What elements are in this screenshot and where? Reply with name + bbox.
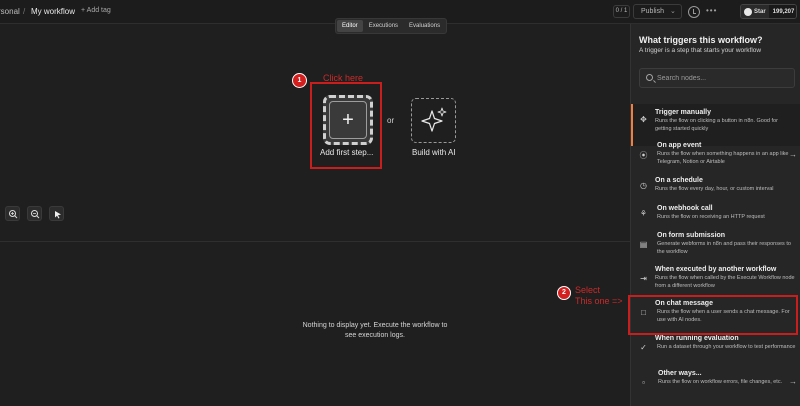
version-counter: 0 / 1 [613, 5, 630, 18]
github-star: Star [741, 5, 769, 18]
panel-subtitle: A trigger is a step that starts your wor… [639, 47, 762, 54]
github-icon [744, 7, 752, 16]
trigger-item-form-submission[interactable]: ▤ On form submission Generate webforms i… [631, 230, 800, 262]
cursor-icon [55, 211, 61, 219]
form-icon: ▤ [639, 240, 648, 249]
trigger-item-description: Runs the flow on workflow errors, file c… [658, 379, 783, 385]
build-with-ai-button[interactable] [411, 98, 456, 143]
check-double-icon: ✓ [640, 343, 647, 352]
trigger-item-description: Runs the flow on clicking a button in n8… [655, 118, 778, 132]
add-first-step-button[interactable]: + [323, 95, 373, 145]
annotation-step-2-badge: 2 [557, 286, 571, 300]
trigger-item-description: Runs the flow on receiving an HTTP reque… [657, 214, 765, 220]
empty-logs-message: Nothing to display yet. Execute the work… [302, 322, 448, 339]
trigger-item-title: When executed by another workflow [655, 266, 777, 273]
add-tag-button[interactable]: + Add tag [81, 7, 111, 14]
trigger-item-title: On app event [657, 142, 702, 149]
search-icon [646, 74, 653, 81]
build-with-ai-label[interactable]: Build with AI [412, 148, 456, 157]
trigger-panel: What triggers this workflow? A trigger i… [630, 24, 800, 406]
trigger-item-description: Run a dataset through your workflow to t… [657, 344, 796, 350]
pointer-tool-button[interactable] [49, 206, 64, 221]
webhook-icon: ⚘ [639, 209, 648, 218]
github-star-label: Star [754, 8, 766, 15]
trigger-item-description: Runs the flow every day, hour, or custom… [655, 186, 774, 192]
history-icon[interactable] [688, 6, 700, 18]
zoom-out-button[interactable] [27, 206, 42, 221]
annotation-select-line-2: This one => [575, 295, 623, 306]
search-input[interactable] [657, 72, 792, 85]
more-options-icon[interactable]: ••• [706, 6, 717, 15]
clock-icon: ◷ [640, 181, 647, 190]
trigger-item-webhook[interactable]: ⚘ On webhook call Runs the flow on recei… [631, 202, 800, 226]
sign-in-icon: ⇥ [640, 274, 647, 283]
arrow-right-icon: → [789, 150, 797, 159]
trigger-item-title: On a schedule [655, 177, 703, 184]
annotation-highlight-box [628, 295, 798, 335]
logs-divider[interactable] [0, 241, 630, 242]
trigger-item-executed-by-workflow[interactable]: ⇥ When executed by another workflow Runs… [631, 264, 800, 296]
zoom-out-icon [31, 210, 40, 219]
trigger-item-title: Other ways... [658, 370, 702, 377]
breadcrumb-separator: / [23, 7, 26, 16]
cursor-click-icon: ✥ [640, 115, 647, 124]
github-star-button[interactable]: Star 199,207 [740, 4, 797, 19]
trigger-item-other-ways[interactable]: ▫ Other ways... Runs the flow on workflo… [631, 368, 800, 400]
trigger-item-app-event[interactable]: ⦿ On app event Runs the flow when someth… [631, 138, 800, 174]
folder-icon: ▫ [642, 378, 645, 387]
sparkles-icon [421, 107, 447, 132]
annotation-select-line-1: Select [575, 285, 601, 295]
zoom-in-icon [9, 210, 18, 219]
trigger-item-schedule[interactable]: ◷ On a schedule Runs the flow every day,… [631, 174, 800, 198]
breadcrumb-personal[interactable]: rsonal [0, 7, 20, 16]
annotation-step-1-badge: 1 [292, 73, 307, 88]
plus-icon: + [342, 108, 354, 131]
trigger-item-title: Trigger manually [655, 109, 712, 116]
n8n-editor-window: rsonal / My workflow + Add tag 0 / 1 Pub… [0, 0, 800, 406]
workflow-name[interactable]: My workflow [31, 7, 75, 16]
arrow-right-icon: → [789, 377, 797, 386]
or-label: or [387, 116, 395, 125]
trigger-item-evaluation[interactable]: ✓ When running evaluation Run a dataset … [631, 334, 800, 360]
trigger-item-description: Generate webforms in n8n and pass their … [657, 241, 791, 255]
annotation-select-text: Select This one => [575, 285, 623, 306]
panel-title: What triggers this workflow? [639, 35, 763, 45]
trigger-item-title: When running evaluation [655, 335, 739, 342]
add-first-step-label[interactable]: Add first step... [320, 148, 373, 157]
search-box[interactable] [639, 68, 795, 88]
github-star-count: 199,207 [768, 5, 796, 18]
zoom-in-button[interactable] [5, 206, 20, 221]
trigger-item-title: On webhook call [657, 205, 713, 212]
trigger-item-description: Runs the flow when something happens in … [657, 151, 789, 165]
chevron-down-icon[interactable]: ⌄ [670, 4, 676, 19]
trigger-item-title: On form submission [657, 232, 726, 239]
trigger-item-description: Runs the flow when called by the Execute… [655, 275, 795, 289]
satellite-icon: ⦿ [639, 151, 648, 160]
